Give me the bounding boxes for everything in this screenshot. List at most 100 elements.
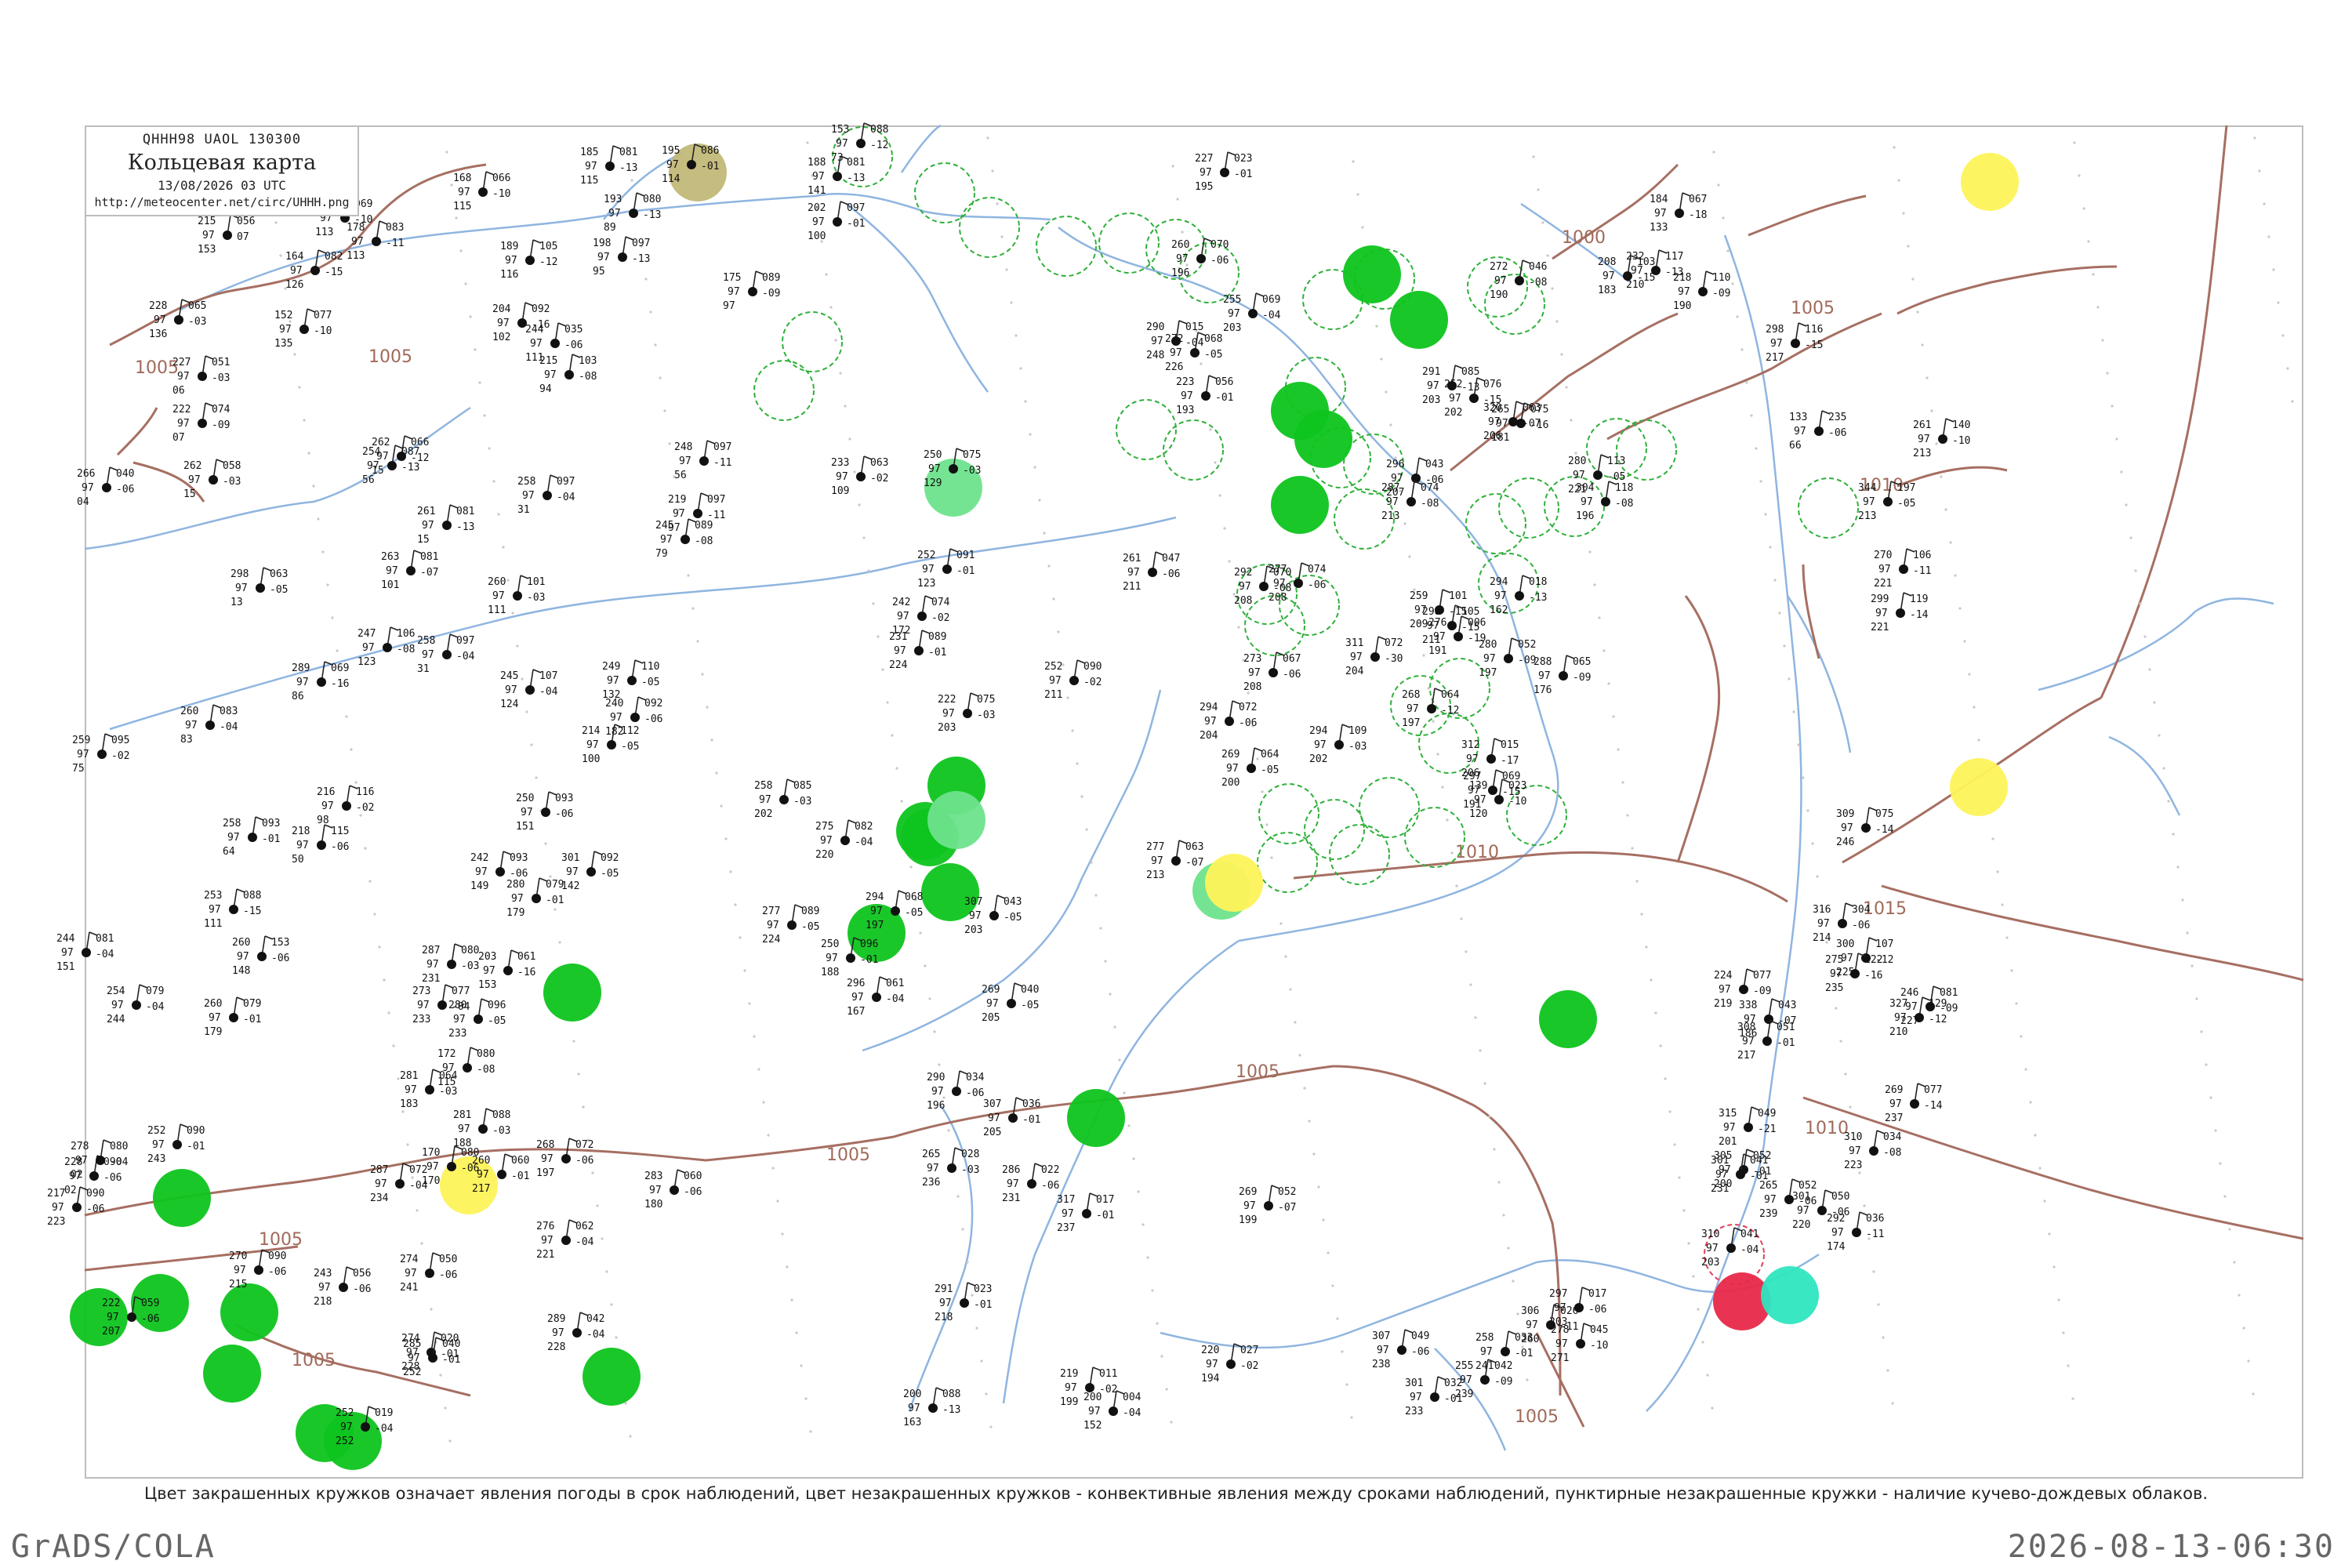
station-pressure: 164	[285, 251, 304, 263]
station-temperature: 97	[209, 904, 221, 916]
station-dewpoint: 221	[536, 1249, 554, 1261]
cloud-cover-icon	[960, 1298, 969, 1308]
station-pressure: 290	[1146, 321, 1164, 333]
station-pressure: 277	[762, 906, 780, 917]
grid-dot	[1284, 955, 1287, 958]
station-pressure: 250	[821, 938, 839, 950]
station-pressure-value: 093	[262, 818, 280, 829]
grid-dot	[1712, 151, 1715, 154]
station-pressure-value: 064	[1441, 689, 1460, 701]
station-pressure-value: 069	[1502, 771, 1520, 782]
weather-rain-circle	[583, 1348, 641, 1406]
station-plot: 27797224089-05	[762, 904, 819, 946]
station-plot: 27097221106-11	[1874, 548, 1931, 590]
grid-dot	[331, 616, 334, 619]
cloud-cover-icon	[1515, 591, 1524, 601]
station-dewpoint: 204	[1200, 730, 1218, 742]
station-tendency: -08	[1883, 1147, 1901, 1159]
station-pressure-value: 079	[243, 998, 261, 1010]
station-pressure: 268	[1402, 689, 1420, 701]
station-pressure: 307	[1372, 1330, 1390, 1342]
station-tendency: -15	[243, 906, 261, 917]
station-pressure: 178	[347, 222, 365, 234]
station-tendency: -04	[456, 651, 475, 662]
station-temperature: 97	[679, 456, 691, 467]
grid-dot	[2001, 903, 2004, 906]
station-dewpoint: 15	[183, 488, 196, 500]
station-pressure-value: 034	[966, 1072, 985, 1083]
station-dewpoint: 31	[517, 504, 530, 516]
grid-dot	[1375, 325, 1378, 328]
station-plot: 31097203041-04	[1701, 1227, 1759, 1269]
cloud-cover-icon	[1226, 1359, 1236, 1369]
grid-dot	[1921, 343, 1924, 347]
station-plot: 25397111088-15	[204, 888, 261, 930]
cloud-cover-icon	[629, 209, 638, 218]
isobar-label: 1005	[1515, 1407, 1559, 1427]
grid-dot	[2129, 536, 2132, 539]
station-tendency: -01	[1750, 1171, 1768, 1182]
station-pressure-value: 069	[331, 662, 349, 674]
station-temperature: 97	[1151, 336, 1163, 347]
grid-dot	[298, 386, 301, 389]
station-temperature: 97	[927, 1163, 939, 1174]
station-pressure: 280	[1568, 456, 1586, 467]
station-pressure-value: 092	[644, 698, 662, 710]
grid-dot	[2096, 306, 2100, 309]
station-temperature: 97	[1706, 1243, 1719, 1254]
cloud-cover-icon	[1171, 856, 1181, 866]
grid-dot	[2020, 1035, 2023, 1038]
grid-dot	[1029, 433, 1032, 436]
isobar-line	[470, 1065, 1334, 1162]
grid-dot	[1926, 376, 1929, 379]
station-pressure: 272	[1490, 261, 1508, 273]
cloud-cover-icon	[1454, 632, 1463, 641]
grid-dot	[771, 1167, 775, 1170]
station-dewpoint: 123	[917, 578, 935, 590]
station-pressure-value: 034	[1883, 1131, 1902, 1143]
station-plot: 28797234072-04	[370, 1163, 428, 1204]
station-dewpoint: 89	[604, 222, 616, 234]
cloud-cover-icon	[1109, 1406, 1118, 1416]
station-tendency: -04	[409, 1180, 428, 1192]
river	[846, 203, 989, 393]
station-plot: 30897217051-01	[1737, 1020, 1795, 1062]
station-temperature: 97	[202, 230, 215, 241]
grid-dot	[696, 640, 699, 643]
station-temperature: 97	[820, 835, 833, 847]
grid-dot	[919, 931, 922, 935]
station-pressure-value: 036	[1866, 1213, 1884, 1225]
cloud-cover-icon	[1739, 985, 1748, 994]
station-plot: 26997199052-07	[1239, 1185, 1296, 1226]
station-tendency: -05	[1261, 764, 1279, 776]
cloud-cover-icon	[1008, 1113, 1018, 1123]
isobar-label: 1005	[826, 1145, 870, 1165]
station-temperature: 97	[728, 286, 740, 298]
grid-dot	[1214, 461, 1217, 464]
cloud-cover-icon	[1899, 564, 1908, 574]
grid-dot	[1336, 1317, 1339, 1320]
station-plot: 2229707074-09	[172, 402, 230, 444]
cloud-cover-icon	[543, 491, 552, 500]
station-pressure-value: 068	[1204, 333, 1222, 345]
grid-dot	[2242, 1327, 2245, 1330]
station-pressure-value: 093	[555, 793, 573, 804]
station-pressure-value: 061	[886, 978, 904, 989]
station-tendency: -03	[212, 372, 230, 384]
station-pressure-value: 051	[1777, 1022, 1795, 1033]
station-pressure: 170	[422, 1147, 440, 1159]
station-dewpoint: 97	[723, 300, 735, 312]
station-pressure-value: 122	[1864, 954, 1882, 966]
stations-layer: 19097113069-10215971530560716497126082-1…	[47, 122, 1970, 1447]
grid-dot	[1303, 1087, 1306, 1090]
cloud-cover-icon	[1736, 1170, 1745, 1179]
station-pressure: 245	[500, 670, 518, 682]
station-pressure-value: 060	[684, 1171, 702, 1182]
isobar-line	[116, 407, 158, 456]
station-tendency: -04	[1740, 1244, 1759, 1256]
station-temperature: 97	[405, 1084, 417, 1096]
grid-dot	[1455, 884, 1458, 887]
grid-dot	[1764, 513, 1767, 516]
station-pressure-value: 089	[928, 631, 946, 643]
station-temperature: 97	[607, 675, 619, 687]
